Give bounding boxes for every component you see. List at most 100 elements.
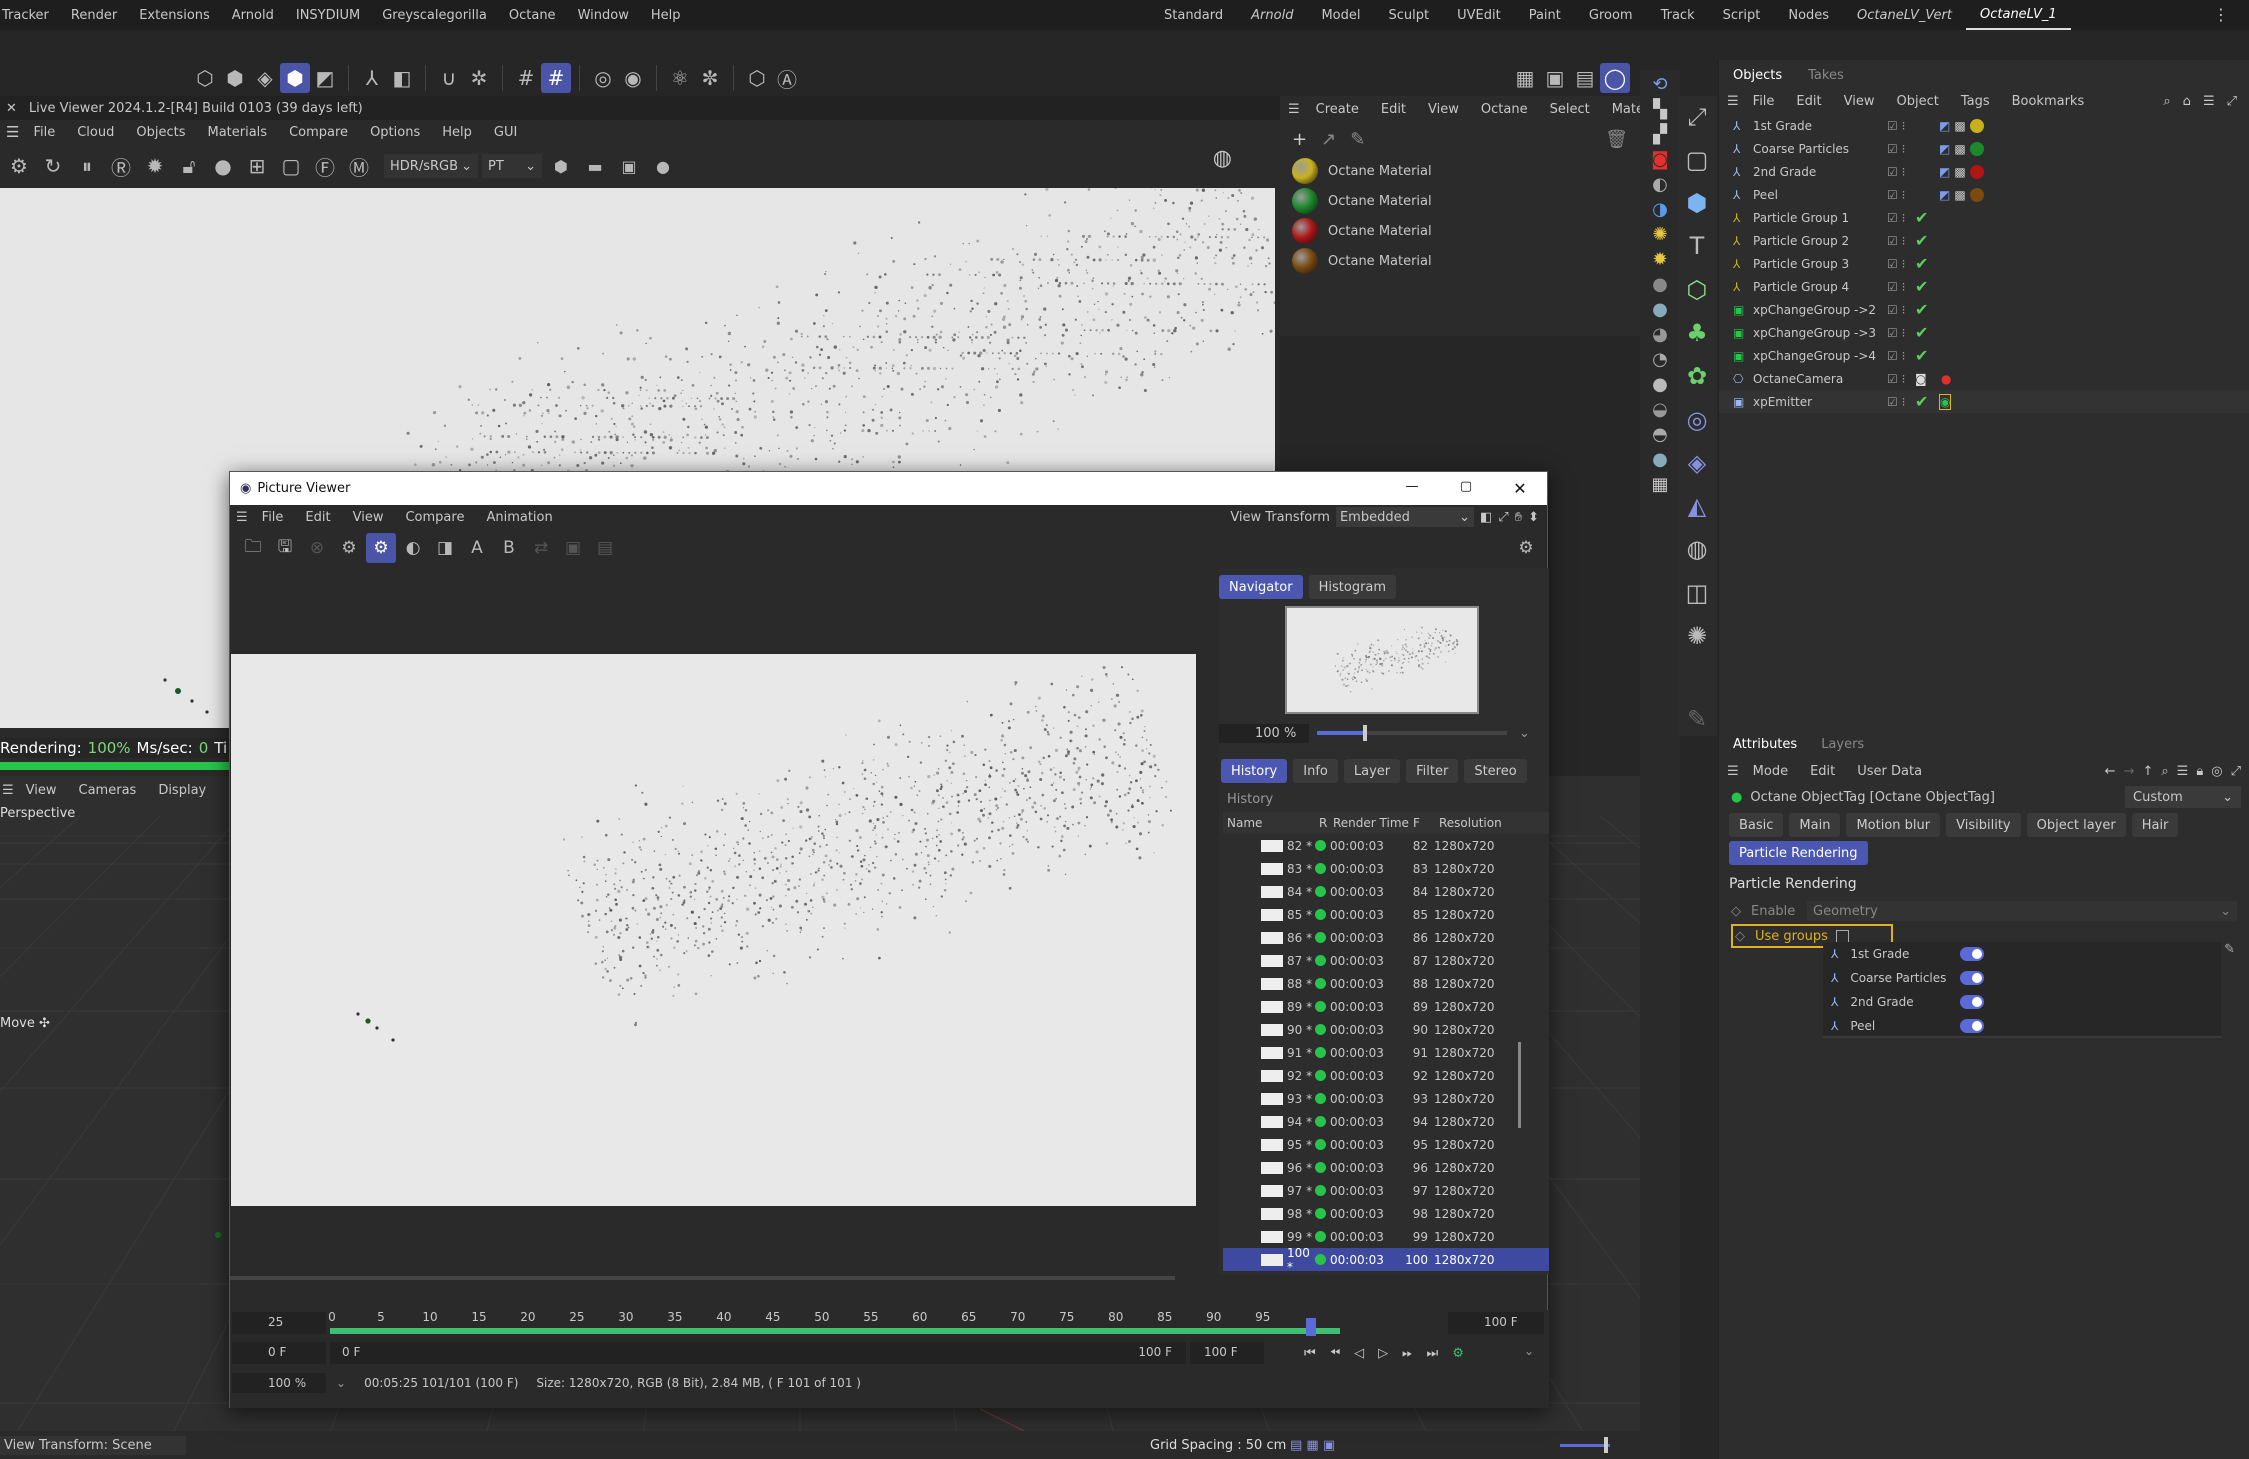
status-zoom[interactable]: 100 %	[232, 1373, 326, 1393]
lock-icon[interactable]: ⬡	[742, 63, 772, 93]
more-icon[interactable]: ⋮	[2213, 5, 2229, 24]
history-row[interactable]: 97 * 00:00:03 97 1280x720	[1223, 1179, 1549, 1202]
material-tag[interactable]	[1969, 118, 1984, 133]
render-target-icon[interactable]: ◉	[618, 63, 648, 93]
sphere-icon[interactable]: ●	[1652, 299, 1668, 320]
octane-camera-tag-icon[interactable]: ●	[1941, 372, 1951, 386]
enabled-check-icon[interactable]: ✔	[1915, 208, 1928, 227]
enabled-check-icon[interactable]: ✔	[1915, 277, 1928, 296]
lv-menu-help[interactable]: Help	[442, 125, 472, 140]
pin-icon[interactable]: ⬍	[1528, 510, 1539, 525]
enabled-check-icon[interactable]: ✔	[1915, 323, 1928, 342]
region-icon[interactable]: Ⓡ	[106, 151, 136, 181]
workplane-icon[interactable]: ◧	[387, 63, 417, 93]
material-icon[interactable]: Ⓜ	[344, 151, 374, 181]
history-row[interactable]: 90 * 00:00:03 90 1280x720	[1223, 1018, 1549, 1041]
external-icon[interactable]: ⤢	[1498, 510, 1508, 525]
lock-icon[interactable]: 🔓︎	[174, 151, 204, 181]
zoom-value[interactable]: 100 %	[1219, 723, 1309, 743]
layout-tab-nodes[interactable]: Nodes	[1774, 0, 1843, 30]
focus-icon[interactable]: Ⓕ	[310, 151, 340, 181]
layout-tab-uvedit[interactable]: UVEdit	[1443, 0, 1515, 30]
home-icon[interactable]: ⌂	[2183, 94, 2191, 109]
attr-menu-mode[interactable]: Mode	[1753, 764, 1788, 779]
visibility-flags[interactable]: ☑ ⁝	[1887, 257, 1905, 271]
grid-snap-icon[interactable]: #	[541, 63, 571, 93]
visibility-flags[interactable]: ☑ ⁝	[1887, 280, 1905, 294]
layout-tab-octanelv-vert[interactable]: OctaneLV_Vert	[1843, 0, 1966, 30]
hamburger-icon[interactable]: ☰	[6, 123, 19, 141]
forward-icon[interactable]: →	[2124, 764, 2135, 779]
uv-icon[interactable]: ▞	[1653, 124, 1667, 145]
obj-menu-object[interactable]: Object	[1896, 94, 1938, 109]
layout-tab-model[interactable]: Model	[1307, 0, 1374, 30]
tab-layers[interactable]: Layers	[1821, 737, 1864, 752]
history-row[interactable]: 99 * 00:00:03 99 1280x720	[1223, 1225, 1549, 1248]
mat-menu-create[interactable]: Create	[1316, 102, 1359, 117]
hamburger-icon[interactable]: ☰	[1727, 764, 1739, 779]
tab-filter[interactable]: Filter	[1406, 759, 1459, 783]
visibility-flags[interactable]: ☑ ⁝	[1887, 119, 1905, 133]
pv-menu-compare[interactable]: Compare	[405, 510, 464, 525]
object-row[interactable]: ⅄ Particle Group 2 ☑ ⁝ ✔	[1719, 229, 2249, 252]
material-tag[interactable]	[1969, 187, 1984, 202]
lock-icon[interactable]: 🔒︎	[2196, 764, 2203, 779]
light-icon[interactable]: ✺	[1677, 619, 1717, 652]
lv-menu-cloud[interactable]: Cloud	[77, 125, 114, 140]
lv-menu-objects[interactable]: Objects	[136, 125, 185, 140]
null-icon[interactable]: ◈	[1677, 446, 1717, 479]
color-space-select[interactable]: HDR/sRGB ⌄	[384, 154, 478, 178]
visibility-flags[interactable]: ☑ ⁝	[1887, 211, 1905, 225]
camera-icon[interactable]: ◫	[1677, 576, 1717, 609]
enabled-check-icon[interactable]: ✔	[1915, 346, 1928, 365]
tab-takes[interactable]: Takes	[1808, 68, 1844, 83]
menu-extensions[interactable]: Extensions	[139, 8, 210, 23]
pencil-icon[interactable]: ✎	[2224, 942, 2235, 957]
object-mode-icon[interactable]: ⬡	[190, 63, 220, 93]
tags[interactable]: ◩ ▩	[1939, 118, 1984, 133]
enabled-check-icon[interactable]: ✔	[1915, 392, 1928, 411]
layout-tab-paint[interactable]: Paint	[1515, 0, 1575, 30]
keyframe-icon[interactable]: ◇	[1731, 904, 1741, 919]
lv-menu-gui[interactable]: GUI	[494, 125, 517, 140]
history-row[interactable]: 85 * 00:00:03 85 1280x720	[1223, 903, 1549, 926]
tab-stereo[interactable]: Stereo	[1464, 759, 1527, 783]
render-icon[interactable]: ◙	[1651, 149, 1668, 170]
chevron-down-icon[interactable]: ⌄	[336, 1376, 346, 1390]
a-icon[interactable]: A	[462, 533, 492, 563]
open-icon[interactable]: 🗀︎	[238, 533, 268, 563]
sphere-icon[interactable]: ◕	[1652, 324, 1668, 345]
layout-tab-script[interactable]: Script	[1709, 0, 1775, 30]
filter-icon[interactable]: ☰	[2203, 94, 2215, 109]
sphere-icon[interactable]: ●	[1652, 449, 1668, 470]
sphere-icon[interactable]: ●	[1652, 274, 1668, 295]
add-icon[interactable]: +	[1292, 129, 1307, 150]
history-row[interactable]: 86 * 00:00:03 86 1280x720	[1223, 926, 1549, 949]
export-icon[interactable]: ▤	[590, 533, 620, 563]
fps-field[interactable]: 25	[232, 1312, 326, 1334]
visibility-flags[interactable]: ☑ ⁝	[1887, 395, 1905, 409]
tab-particle-rendering[interactable]: Particle Rendering	[1729, 841, 1868, 865]
history-row[interactable]: 88 * 00:00:03 88 1280x720	[1223, 972, 1549, 995]
uv-mode-icon[interactable]: ◩	[310, 63, 340, 93]
timeline-ruler[interactable]: 0 5 10 15 20 25 30 35 40 45 50 55 60 65 70 75 80 85 90 95	[328, 1310, 1340, 1336]
tab-objects[interactable]: Objects	[1733, 68, 1782, 83]
generator-icon[interactable]: ⬡	[1677, 273, 1717, 306]
snap-icon[interactable]: ⟲	[1652, 74, 1667, 95]
tab-history[interactable]: History	[1221, 759, 1288, 783]
tags[interactable]: ◩ ▩	[1939, 187, 1984, 202]
material-item[interactable]: Octane Material	[1280, 186, 1640, 216]
group-toggle[interactable]	[1960, 1019, 1985, 1033]
tab-histogram[interactable]: Histogram	[1308, 575, 1397, 599]
history-row[interactable]: 100 * 00:00:03 100 1280x720	[1223, 1246, 1549, 1274]
menu-help[interactable]: Help	[651, 8, 681, 23]
zoom-slider[interactable]	[1560, 1444, 1610, 1447]
zoom-slider-handle[interactable]	[1604, 1437, 1608, 1453]
material-item[interactable]: Octane Material	[1280, 156, 1640, 186]
history-row[interactable]: 96 * 00:00:03 96 1280x720	[1223, 1156, 1549, 1179]
column-render-time[interactable]: Render Time	[1329, 816, 1409, 830]
grid-icon[interactable]: ▦	[1651, 474, 1668, 495]
search-icon[interactable]: ⌕	[2161, 764, 2168, 779]
tab-visibility[interactable]: Visibility	[1946, 813, 2021, 837]
snap-settings-icon[interactable]: ✲	[464, 63, 494, 93]
